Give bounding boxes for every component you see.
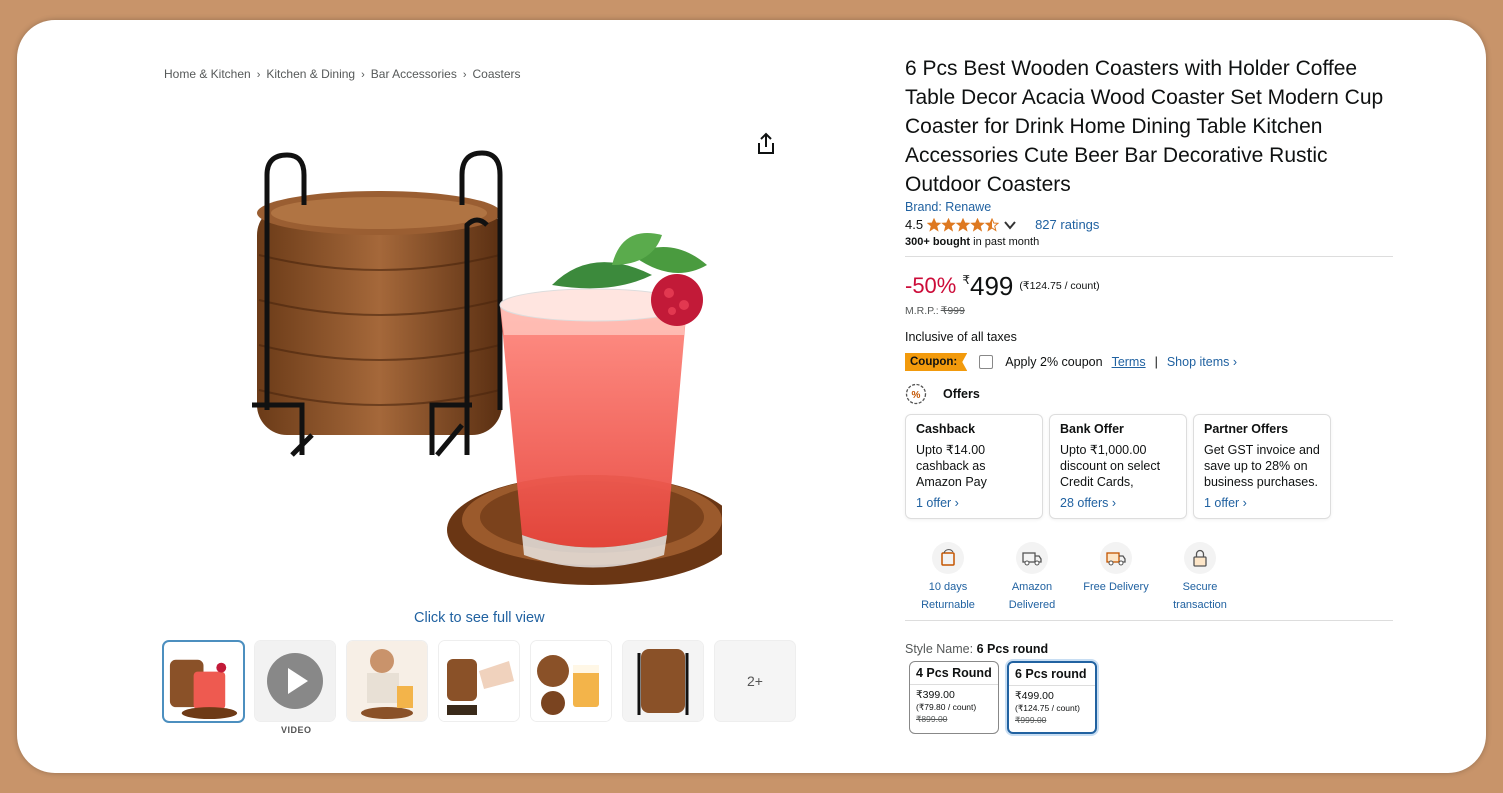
style-option-price: ₹499.00	[1015, 690, 1054, 702]
feature-returnable[interactable]: 10 days Returnable	[903, 542, 993, 614]
product-page: Home & Kitchen › Kitchen & Dining › Bar Acce…	[17, 20, 1486, 773]
full-view-link[interactable]: Click to see full view	[414, 610, 545, 626]
style-option-unit: (₹79.80 / count)	[916, 702, 977, 712]
breadcrumb-home-kitchen[interactable]: Home & Kitchen	[164, 67, 251, 81]
feature-line1: Amazon	[1011, 581, 1053, 593]
thumbnail-video[interactable]	[254, 640, 336, 722]
product-title: 6 Pcs Best Wooden Coasters with Holder C…	[905, 57, 1384, 196]
feature-line1: Free Delivery	[1083, 581, 1149, 593]
feature-line1: Secure	[1182, 581, 1218, 593]
mrp: M.R.P.: ₹999	[905, 305, 965, 317]
feature-line2: Returnable	[921, 599, 975, 611]
breadcrumb-bar-accessories[interactable]: Bar Accessories	[371, 67, 457, 81]
breadcrumb-separator: ›	[462, 69, 467, 81]
style-option-mrp: ₹999.00	[1015, 715, 1047, 725]
offer-link[interactable]: 1 offer ›	[1204, 496, 1320, 510]
style-option-unit: (₹124.75 / count)	[1015, 703, 1080, 713]
currency-symbol: ₹	[962, 273, 970, 287]
share-icon[interactable]	[755, 132, 777, 156]
feature-line2: Delivered	[1008, 599, 1056, 611]
star-rating[interactable]	[927, 217, 1017, 232]
coupon-separator: |	[1154, 355, 1158, 369]
thumbnail-5[interactable]	[530, 640, 612, 722]
price-amount: 499	[970, 271, 1014, 301]
thumbnail-6[interactable]	[622, 640, 704, 722]
offers-header: % Offers	[905, 383, 980, 405]
divider	[905, 256, 1393, 257]
coupon-text: Apply 2% coupon	[1005, 355, 1103, 369]
style-name-label: Style Name:	[905, 642, 977, 656]
lock-icon	[1184, 542, 1216, 574]
feature-line1: 10 days	[928, 581, 968, 593]
bought-count: 300+ bought	[905, 236, 971, 248]
style-name-selected: 6 Pcs round	[976, 642, 1049, 656]
thumbnail-1[interactable]	[162, 640, 245, 723]
product-main-image[interactable]	[232, 135, 737, 605]
thumbnail-4[interactable]	[438, 640, 520, 722]
rating-row: 4.5 827 ratings	[905, 217, 1099, 232]
discount-percent: -50%	[905, 273, 957, 298]
chevron-down-icon	[1004, 220, 1016, 230]
offer-title: Partner Offers	[1204, 422, 1289, 436]
coupon-row: Coupon: Apply 2% coupon Terms | Shop ite…	[905, 353, 1237, 371]
mrp-value: ₹999	[940, 305, 965, 317]
offer-link[interactable]: 1 offer ›	[916, 496, 1032, 510]
style-option-6-pcs[interactable]: 6 Pcs round ₹499.00 (₹124.75 / count) ₹9…	[1007, 661, 1097, 734]
style-name-row: Style Name: 6 Pcs round	[905, 642, 1048, 656]
rating-value: 4.5	[905, 217, 924, 232]
stars-icon	[927, 217, 1000, 232]
video-label: VIDEO	[281, 725, 312, 735]
breadcrumb: Home & Kitchen › Kitchen & Dining › Bar Acce…	[164, 67, 521, 81]
shop-items-link[interactable]: Shop items ›	[1167, 355, 1237, 369]
breadcrumb-separator: ›	[361, 69, 365, 81]
offer-card-bank[interactable]: Bank Offer Upto ₹1,000.00 discount on se…	[1049, 414, 1187, 519]
breadcrumb-coasters[interactable]: Coasters	[473, 67, 521, 81]
offer-link[interactable]: 28 offers ›	[1060, 496, 1176, 510]
taxes-note: Inclusive of all taxes	[905, 330, 1017, 344]
feature-free-delivery[interactable]: Free Delivery	[1071, 542, 1161, 596]
offers-heading: Offers	[943, 387, 980, 401]
offer-title: Cashback	[916, 422, 976, 436]
price-block: -50% ₹ 499 (₹124.75 / count)	[905, 270, 1100, 302]
mrp-label: M.R.P.:	[905, 305, 939, 317]
bought-suffix: in past month	[970, 236, 1040, 248]
divider	[905, 620, 1393, 621]
price-per-unit: (₹124.75 / count)	[1019, 280, 1100, 292]
offer-description: Upto ₹14.00 cashback as Amazon Pay Balan…	[916, 443, 987, 489]
offer-card-partner[interactable]: Partner Offers Get GST invoice and save …	[1193, 414, 1331, 519]
feature-amazon-delivered[interactable]: Amazon Delivered	[987, 542, 1077, 614]
thumbnail-3[interactable]	[346, 640, 428, 722]
offer-title: Bank Offer	[1060, 422, 1124, 436]
more-thumbnails-button[interactable]: 2+	[714, 640, 796, 722]
svg-text:%: %	[912, 390, 921, 401]
offer-description: Upto ₹1,000.00 discount on select Credit…	[1060, 443, 1161, 489]
return-box-icon	[932, 542, 964, 574]
breadcrumb-kitchen-dining[interactable]: Kitchen & Dining	[266, 67, 355, 81]
style-option-name: 4 Pcs Round	[910, 662, 998, 685]
delivery-truck-icon	[1016, 542, 1048, 574]
offer-description: Get GST invoice and save up to 28% on bu…	[1204, 443, 1320, 489]
free-delivery-icon	[1100, 542, 1132, 574]
style-option-mrp: ₹899.00	[916, 714, 948, 724]
brand-link[interactable]: Brand: Renawe	[905, 200, 991, 214]
feature-secure-transaction[interactable]: Secure transaction	[1155, 542, 1245, 614]
coupon-terms-link[interactable]: Terms	[1112, 355, 1146, 369]
offer-card-cashback[interactable]: Cashback Upto ₹14.00 cashback as Amazon …	[905, 414, 1043, 519]
coupon-badge: Coupon:	[905, 353, 968, 371]
bought-in-past-month: 300+ bought in past month	[905, 236, 1039, 248]
style-option-price: ₹399.00	[916, 689, 955, 701]
style-option-4-pcs[interactable]: 4 Pcs Round ₹399.00 (₹79.80 / count) ₹89…	[909, 661, 999, 734]
offer-percent-icon: %	[905, 383, 927, 405]
coupon-checkbox[interactable]	[979, 355, 994, 369]
breadcrumb-separator: ›	[256, 69, 261, 81]
feature-line2: transaction	[1173, 599, 1227, 611]
style-option-name: 6 Pcs round	[1009, 663, 1095, 686]
ratings-count-link[interactable]: 827 ratings	[1035, 217, 1099, 232]
